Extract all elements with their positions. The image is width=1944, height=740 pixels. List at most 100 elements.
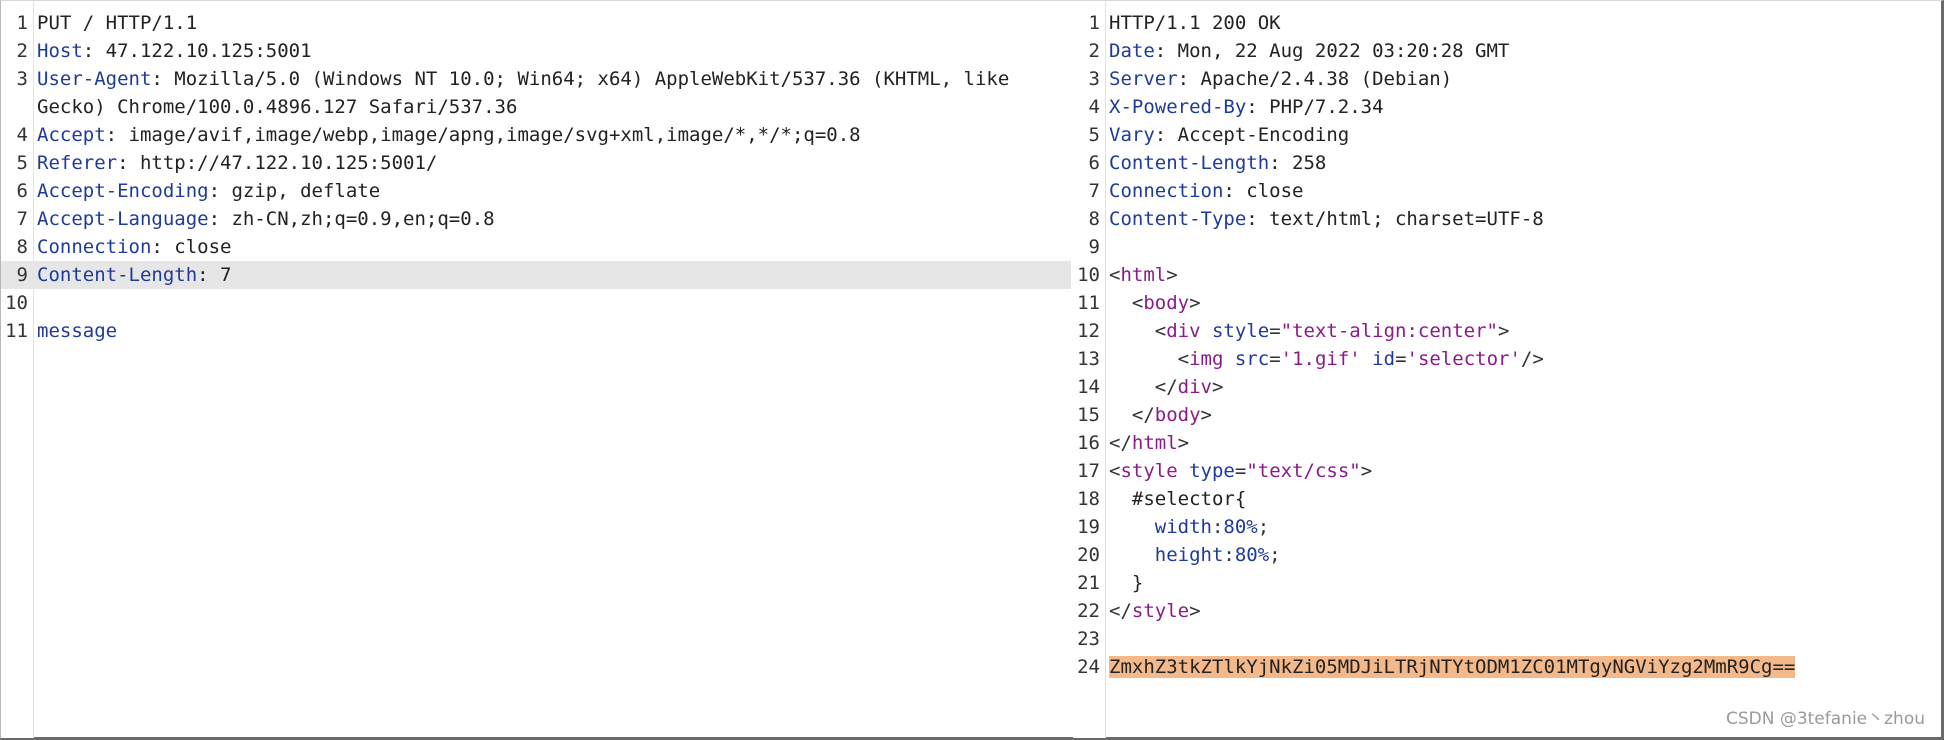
line-content[interactable]: message bbox=[37, 317, 1065, 345]
response-line[interactable]: 19 width:80%; bbox=[1073, 513, 1942, 541]
line-content[interactable]: Server: Apache/2.4.38 (Debian) bbox=[1109, 65, 1936, 93]
request-line[interactable]: 2 Host: 47.122.10.125:5001 bbox=[1, 37, 1071, 65]
response-line[interactable]: 23 bbox=[1073, 625, 1942, 653]
line-number: 12 bbox=[1077, 320, 1100, 342]
line-content[interactable]: Host: 47.122.10.125:5001 bbox=[37, 37, 1065, 65]
response-line[interactable]: 8 Content-Type: text/html; charset=UTF-8 bbox=[1073, 205, 1942, 233]
code-token: body bbox=[1143, 292, 1190, 314]
response-line[interactable]: 10 <html> bbox=[1073, 261, 1942, 289]
line-number: 20 bbox=[1077, 544, 1100, 566]
response-line[interactable]: 24 ZmxhZ3tkZTlkYjNkZi05MDJiLTRjNTYtODM1ZC… bbox=[1073, 653, 1942, 681]
line-content[interactable]: Content-Type: text/html; charset=UTF-8 bbox=[1109, 205, 1936, 233]
response-line[interactable]: 12 <div style="text-align:center"> bbox=[1073, 317, 1942, 345]
code-token: Content-Type bbox=[1109, 208, 1247, 230]
response-line[interactable]: 15 </body> bbox=[1073, 401, 1942, 429]
request-line[interactable]: 11 message bbox=[1, 317, 1071, 345]
request-pane[interactable]: 1 PUT / HTTP/1.1 2 Host: 47.122.10.125:5001… bbox=[1, 1, 1071, 738]
line-content[interactable]: </body> bbox=[1109, 401, 1936, 429]
response-line[interactable]: 18 #selector{ bbox=[1073, 485, 1942, 513]
line-number: 5 bbox=[16, 152, 28, 174]
response-line[interactable]: 20 height:80%; bbox=[1073, 541, 1942, 569]
response-line[interactable]: 3 Server: Apache/2.4.38 (Debian) bbox=[1073, 65, 1942, 93]
code-token: style bbox=[1211, 320, 1270, 342]
line-content[interactable]: <div style="text-align:center"> bbox=[1109, 317, 1936, 345]
line-number: 8 bbox=[16, 236, 28, 258]
line-content[interactable]: Connection: close bbox=[37, 233, 1065, 261]
http-message-viewer: 1 PUT / HTTP/1.1 2 Host: 47.122.10.125:5001… bbox=[0, 0, 1944, 740]
code-token: : close bbox=[151, 236, 232, 258]
line-content[interactable]: PUT / HTTP/1.1 bbox=[37, 9, 1065, 37]
response-lines[interactable]: 1 HTTP/1.1 200 OK 2 Date: Mon, 22 Aug 2022 … bbox=[1073, 9, 1942, 681]
line-content[interactable]: Content-Length: 7 bbox=[37, 261, 1065, 289]
line-number: 13 bbox=[1077, 348, 1100, 370]
line-content[interactable]: </html> bbox=[1109, 429, 1936, 457]
code-token: ; bbox=[1269, 544, 1281, 566]
request-line[interactable]: 4 Accept: image/avif,image/webp,image/apn… bbox=[1, 121, 1071, 149]
response-line[interactable]: 7 Connection: close bbox=[1073, 177, 1942, 205]
response-line[interactable]: 21 } bbox=[1073, 569, 1942, 597]
request-lines[interactable]: 1 PUT / HTTP/1.1 2 Host: 47.122.10.125:5001… bbox=[1, 9, 1071, 345]
line-content[interactable]: <body> bbox=[1109, 289, 1936, 317]
line-content[interactable]: Vary: Accept-Encoding bbox=[1109, 121, 1936, 149]
code-token: = bbox=[1269, 348, 1281, 370]
line-content[interactable]: Content-Length: 258 bbox=[1109, 149, 1936, 177]
line-content[interactable]: </div> bbox=[1109, 373, 1936, 401]
response-line[interactable]: 13 <img src='1.gif' id='selector'/> bbox=[1073, 345, 1942, 373]
line-number: 1 bbox=[16, 12, 28, 34]
response-line[interactable]: 14 </div> bbox=[1073, 373, 1942, 401]
code-token: > bbox=[1497, 320, 1510, 342]
code-token: div bbox=[1177, 376, 1212, 398]
line-content[interactable]: <style type="text/css"> bbox=[1109, 457, 1936, 485]
line-content[interactable]: width:80%; bbox=[1109, 513, 1936, 541]
line-number: 11 bbox=[1077, 292, 1100, 314]
code-token: : bbox=[1211, 516, 1224, 538]
line-number: 7 bbox=[16, 208, 28, 230]
request-line[interactable]: 3 User-Agent: Mozilla/5.0 (Windows NT 10.… bbox=[1, 65, 1071, 121]
code-token: Connection bbox=[1109, 180, 1224, 202]
request-line[interactable]: 7 Accept-Language: zh-CN,zh;q=0.9,en;q=0.… bbox=[1, 205, 1071, 233]
line-content[interactable]: User-Agent: Mozilla/5.0 (Windows NT 10.0… bbox=[37, 65, 1065, 121]
response-line[interactable]: 6 Content-Length: 258 bbox=[1073, 149, 1942, 177]
response-line[interactable]: 5 Vary: Accept-Encoding bbox=[1073, 121, 1942, 149]
line-number: 2 bbox=[1088, 40, 1100, 62]
code-token: "text-align:center" bbox=[1280, 320, 1498, 342]
response-line[interactable]: 1 HTTP/1.1 200 OK bbox=[1073, 9, 1942, 37]
code-token: Content-Length bbox=[37, 264, 198, 286]
code-token: Date bbox=[1109, 40, 1155, 62]
line-content[interactable]: <img src='1.gif' id='selector'/> bbox=[1109, 345, 1936, 373]
code-token: < bbox=[1109, 292, 1144, 314]
line-content[interactable]: Connection: close bbox=[1109, 177, 1936, 205]
response-line[interactable]: 2 Date: Mon, 22 Aug 2022 03:20:28 GMT bbox=[1073, 37, 1942, 65]
line-content[interactable]: X-Powered-By: PHP/7.2.34 bbox=[1109, 93, 1936, 121]
line-content[interactable]: ZmxhZ3tkZTlkYjNkZi05MDJiLTRjNTYtODM1ZC01… bbox=[1109, 653, 1936, 681]
response-line[interactable]: 17 <style type="text/css"> bbox=[1073, 457, 1942, 485]
response-line[interactable]: 9 bbox=[1073, 233, 1942, 261]
line-content[interactable]: height:80%; bbox=[1109, 541, 1936, 569]
code-token: } bbox=[1109, 572, 1144, 594]
request-line[interactable]: 10 bbox=[1, 289, 1071, 317]
line-number: 14 bbox=[1077, 376, 1100, 398]
response-line[interactable]: 22 </style> bbox=[1073, 597, 1942, 625]
response-pane[interactable]: 1 HTTP/1.1 200 OK 2 Date: Mon, 22 Aug 2022 … bbox=[1073, 1, 1942, 738]
line-content[interactable]: Date: Mon, 22 Aug 2022 03:20:28 GMT bbox=[1109, 37, 1936, 65]
line-content[interactable]: </style> bbox=[1109, 597, 1936, 625]
line-content[interactable]: HTTP/1.1 200 OK bbox=[1109, 9, 1936, 37]
line-content[interactable]: Referer: http://47.122.10.125:5001/ bbox=[37, 149, 1065, 177]
line-content[interactable]: } bbox=[1109, 569, 1936, 597]
response-line[interactable]: 4 X-Powered-By: PHP/7.2.34 bbox=[1073, 93, 1942, 121]
line-content[interactable]: #selector{ bbox=[1109, 485, 1936, 513]
line-content[interactable]: Accept-Language: zh-CN,zh;q=0.9,en;q=0.8 bbox=[37, 205, 1065, 233]
request-line[interactable]: 1 PUT / HTTP/1.1 bbox=[1, 9, 1071, 37]
request-line[interactable]: 9 Content-Length: 7 bbox=[1, 261, 1071, 289]
line-content[interactable]: Accept-Encoding: gzip, deflate bbox=[37, 177, 1065, 205]
response-line[interactable]: 11 <body> bbox=[1073, 289, 1942, 317]
request-line[interactable]: 8 Connection: close bbox=[1, 233, 1071, 261]
line-content[interactable]: Accept: image/avif,image/webp,image/apng… bbox=[37, 121, 1065, 149]
code-token: : Mon, 22 Aug 2022 03:20:28 GMT bbox=[1154, 40, 1510, 62]
response-line[interactable]: 16 </html> bbox=[1073, 429, 1942, 457]
line-content[interactable]: <html> bbox=[1109, 261, 1936, 289]
request-line[interactable]: 5 Referer: http://47.122.10.125:5001/ bbox=[1, 149, 1071, 177]
request-line[interactable]: 6 Accept-Encoding: gzip, deflate bbox=[1, 177, 1071, 205]
